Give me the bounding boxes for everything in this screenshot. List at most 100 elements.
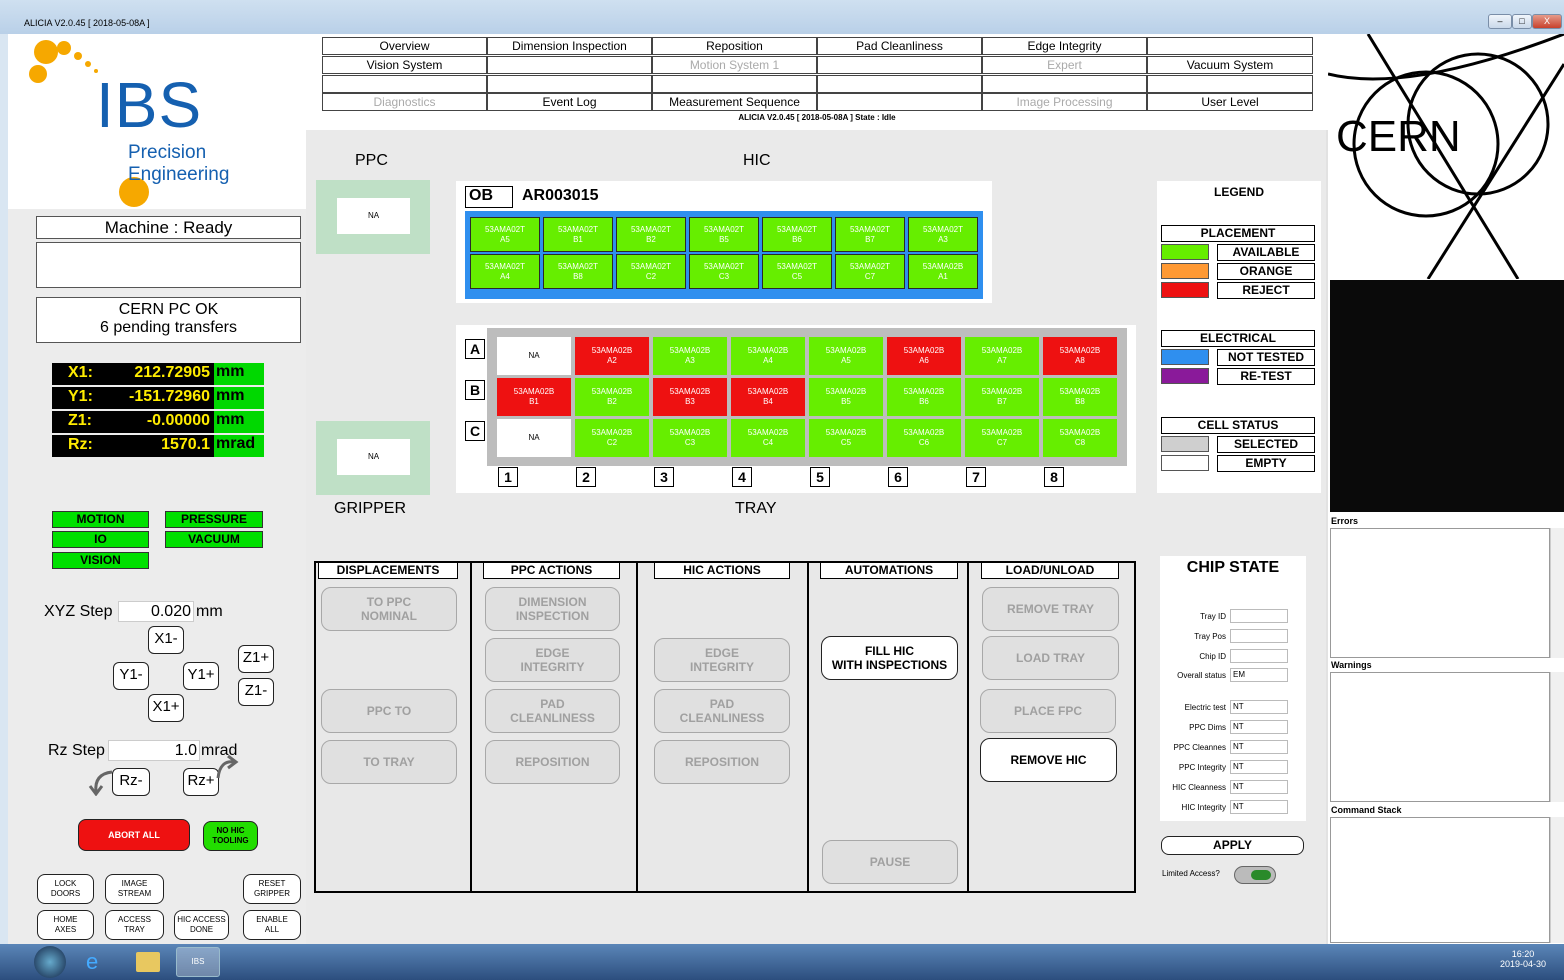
pause-button[interactable]: PAUSE	[822, 840, 958, 884]
chip-field-value[interactable]: NT	[1230, 700, 1288, 714]
chip-field-value[interactable]	[1230, 649, 1288, 663]
hic-cell[interactable]: 53AMA02T A4	[470, 254, 540, 289]
tray-cell[interactable]: 53AMA02B C8	[1043, 419, 1117, 457]
home-axes-button[interactable]: HOME AXES	[37, 910, 94, 940]
close-button[interactable]: X	[1532, 14, 1562, 29]
tray-cell[interactable]: NA	[497, 337, 571, 375]
warnings-scrollbar[interactable]	[1550, 672, 1564, 802]
menu-motion-system-1[interactable]: Motion System 1	[652, 56, 817, 74]
hic-cell[interactable]: 53AMA02T A5	[470, 217, 540, 252]
y1-minus-button[interactable]: Y1-	[113, 662, 149, 690]
tray-cell[interactable]: 53AMA02B B5	[809, 378, 883, 416]
tray-cell[interactable]: 53AMA02B C4	[731, 419, 805, 457]
tray-cell[interactable]: 53AMA02B B6	[887, 378, 961, 416]
hic-pad-cleanliness-button[interactable]: PAD CLEANLINESS	[654, 689, 790, 733]
menu-expert[interactable]: Expert	[982, 56, 1147, 74]
tray-cell[interactable]: 53AMA02B A2	[575, 337, 649, 375]
ppc-to-button[interactable]: PPC TO	[321, 689, 457, 733]
menu-vacuum-system[interactable]: Vacuum System	[1147, 56, 1313, 74]
ppc-reposition-button[interactable]: REPOSITION	[485, 740, 620, 784]
minimize-button[interactable]: –	[1488, 14, 1512, 29]
menu-diagnostics[interactable]: Diagnostics	[322, 93, 487, 111]
tray-cell[interactable]: 53AMA02B A6	[887, 337, 961, 375]
chip-field-value[interactable]: NT	[1230, 800, 1288, 814]
chip-field-value[interactable]	[1230, 609, 1288, 623]
menu-user-level[interactable]: User Level	[1147, 93, 1313, 111]
hic-cell[interactable]: 53AMA02T C7	[835, 254, 905, 289]
tray-cell[interactable]: 53AMA02B B2	[575, 378, 649, 416]
hic-cell[interactable]: 53AMA02B A1	[908, 254, 978, 289]
errors-list[interactable]	[1330, 528, 1550, 658]
fill-hic-button[interactable]: FILL HIC WITH INSPECTIONS	[821, 636, 958, 680]
tray-cell[interactable]: 53AMA02B B1	[497, 378, 571, 416]
remove-tray-button[interactable]: REMOVE TRAY	[982, 587, 1119, 631]
warnings-list[interactable]	[1330, 672, 1550, 802]
command-stack-list[interactable]	[1330, 817, 1550, 943]
y1-plus-button[interactable]: Y1+	[183, 662, 219, 690]
tray-cell[interactable]: 53AMA02B B4	[731, 378, 805, 416]
errors-scrollbar[interactable]	[1550, 528, 1564, 658]
hic-cell[interactable]: 53AMA02T B2	[616, 217, 686, 252]
hic-cell[interactable]: 53AMA02T C3	[689, 254, 759, 289]
tray-cell[interactable]: 53AMA02B C7	[965, 419, 1039, 457]
to-ppc-nominal-button[interactable]: TO PPC NOMINAL	[321, 587, 457, 631]
ie-icon[interactable]: e	[86, 950, 110, 974]
no-hic-tooling-button[interactable]: NO HIC TOOLING	[203, 821, 258, 851]
hic-cell[interactable]: 53AMA02T B8	[543, 254, 613, 289]
z1-plus-button[interactable]: Z1+	[238, 645, 274, 673]
ppc-pad-cleanliness-button[interactable]: PAD CLEANLINESS	[485, 689, 620, 733]
image-stream-button[interactable]: IMAGE STREAM	[105, 874, 164, 904]
menu-dimension-inspection[interactable]: Dimension Inspection	[487, 37, 652, 55]
tray-cell[interactable]: 53AMA02B A8	[1043, 337, 1117, 375]
ibs-taskbar-button[interactable]: IBS	[176, 947, 220, 977]
place-fpc-button[interactable]: PLACE FPC	[980, 689, 1116, 733]
tray-cell[interactable]: 53AMA02B C5	[809, 419, 883, 457]
abort-all-button[interactable]: ABORT ALL	[78, 819, 190, 851]
apply-button[interactable]: APPLY	[1161, 836, 1304, 855]
menu-pad-cleanliness[interactable]: Pad Cleanliness	[817, 37, 982, 55]
hic-cell[interactable]: 53AMA02T B5	[689, 217, 759, 252]
ppc-edge-integrity-button[interactable]: EDGE INTEGRITY	[485, 638, 620, 682]
hic-reposition-button[interactable]: REPOSITION	[654, 740, 790, 784]
tray-cell[interactable]: 53AMA02B A3	[653, 337, 727, 375]
hic-cell[interactable]: 53AMA02T C2	[616, 254, 686, 289]
chip-field-value[interactable]: NT	[1230, 760, 1288, 774]
hic-cell[interactable]: 53AMA02T A3	[908, 217, 978, 252]
tray-cell[interactable]: NA	[497, 419, 571, 457]
dimension-inspection-button[interactable]: DIMENSION INSPECTION	[485, 587, 620, 631]
hic-cell[interactable]: 53AMA02T B6	[762, 217, 832, 252]
menu-event-log[interactable]: Event Log	[487, 93, 652, 111]
tray-cell[interactable]: 53AMA02B A7	[965, 337, 1039, 375]
tray-cell[interactable]: 53AMA02B B3	[653, 378, 727, 416]
chip-field-value[interactable]	[1230, 629, 1288, 643]
rz-minus-button[interactable]: Rz-	[112, 768, 150, 796]
tray-cell[interactable]: 53AMA02B C2	[575, 419, 649, 457]
chip-field-value[interactable]: NT	[1230, 740, 1288, 754]
menu-edge-integrity[interactable]: Edge Integrity	[982, 37, 1147, 55]
hic-cell[interactable]: 53AMA02T B1	[543, 217, 613, 252]
folder-icon[interactable]	[136, 952, 160, 972]
chip-field-value[interactable]: NT	[1230, 780, 1288, 794]
menu-overview[interactable]: Overview	[322, 37, 487, 55]
to-tray-button[interactable]: TO TRAY	[321, 740, 457, 784]
menu-image-processing[interactable]: Image Processing	[982, 93, 1147, 111]
chip-field-value[interactable]: NT	[1230, 720, 1288, 734]
hic-edge-integrity-button[interactable]: EDGE INTEGRITY	[654, 638, 790, 682]
hic-access-done-button[interactable]: HIC ACCESS DONE	[174, 910, 229, 940]
menu-measurement-sequence[interactable]: Measurement Sequence	[652, 93, 817, 111]
reset-gripper-button[interactable]: RESET GRIPPER	[243, 874, 301, 904]
limited-access-toggle[interactable]	[1234, 866, 1276, 884]
tray-cell[interactable]: 53AMA02B B8	[1043, 378, 1117, 416]
lock-doors-button[interactable]: LOCK DOORS	[37, 874, 94, 904]
tray-cell[interactable]: 53AMA02B A5	[809, 337, 883, 375]
rz-step-input[interactable]	[108, 740, 200, 761]
tray-cell[interactable]: 53AMA02B B7	[965, 378, 1039, 416]
remove-hic-button[interactable]: REMOVE HIC	[980, 738, 1117, 782]
xyz-step-input[interactable]	[118, 601, 194, 622]
z1-minus-button[interactable]: Z1-	[238, 678, 274, 706]
command-stack-scrollbar[interactable]	[1550, 817, 1564, 943]
tray-cell[interactable]: 53AMA02B C6	[887, 419, 961, 457]
access-tray-button[interactable]: ACCESS TRAY	[105, 910, 164, 940]
hic-cell[interactable]: 53AMA02T C5	[762, 254, 832, 289]
enable-all-button[interactable]: ENABLE ALL	[243, 910, 301, 940]
